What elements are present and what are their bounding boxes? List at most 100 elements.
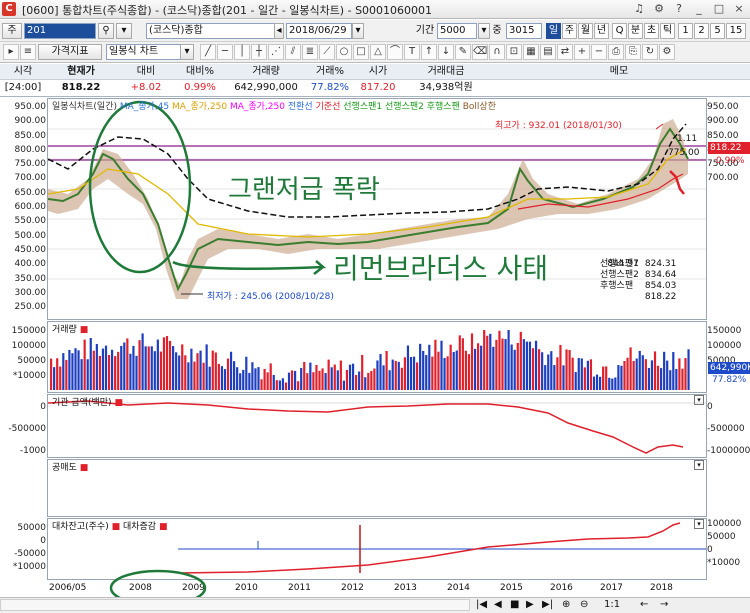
text-icon[interactable]: T [404,44,420,60]
volume-bar [388,370,391,390]
refresh-icon[interactable]: ↻ [642,44,658,60]
count-input[interactable]: 3015 [506,23,542,39]
gann-icon[interactable]: ⟋ [319,44,335,60]
scroll-right-icon[interactable]: → [660,599,668,610]
lock-icon[interactable]: ⊡ [506,44,522,60]
zoom-in-icon[interactable]: + [574,44,590,60]
arrow-icon[interactable]: ◂ [274,23,284,39]
period-second-button[interactable]: 초 [644,23,659,39]
last-icon[interactable]: ▶| [542,599,553,610]
period-1-button[interactable]: 1 [678,23,693,39]
stop-icon[interactable]: ■ [510,599,519,610]
settings-icon[interactable]: ⚙ [652,1,666,17]
first-icon[interactable]: |◀ [476,599,487,610]
channel-icon[interactable]: ⫽ [285,44,301,60]
arrow-up-icon[interactable]: ↑ [421,44,437,60]
period-5-button[interactable]: 5 [710,23,725,39]
fan-icon[interactable]: ⋰ [268,44,284,60]
zoom-in-icon[interactable]: ⊕ [562,599,570,610]
period-yearly-button[interactable]: 년 [594,23,609,39]
scale-label[interactable]: 1:1 [604,599,620,610]
price-chart-pane[interactable]: 일봉식차트(일간) MA_종가,45 MA_종가,250 MA_종가,250 전… [47,98,707,320]
price-legend: 일봉식차트(일간) MA_종가,45 MA_종가,250 MA_종가,250 전… [52,99,496,112]
volume-bar [205,344,208,390]
grid-icon[interactable]: ▦ [523,44,539,60]
price-index-button[interactable]: 가격지표 [38,44,102,60]
triangle-icon[interactable]: △ [370,44,386,60]
chevron-down-icon[interactable]: ▾ [180,44,194,60]
vline-icon[interactable]: │ [234,44,250,60]
cross-icon[interactable]: ┼ [251,44,267,60]
volume-bar [196,353,199,390]
period-weekly-button[interactable]: 주 [562,23,577,39]
chart-icon[interactable]: ▤ [540,44,556,60]
period-tick-button[interactable]: 틱 [660,23,675,39]
period-monthly-button[interactable]: 월 [578,23,593,39]
period-2-button[interactable]: 2 [694,23,709,39]
save-icon[interactable]: ⎘ [625,44,641,60]
institution-line [48,400,706,454]
circle-icon[interactable]: ○ [336,44,352,60]
loan-legend-b: 대차증감 [122,522,157,532]
volume-bar [303,361,306,390]
volume-bar [309,362,312,390]
code-input[interactable]: 201 [24,23,96,39]
maximize-button[interactable]: □ [712,1,726,17]
hline-icon[interactable]: ─ [217,44,233,60]
close-button[interactable]: × [732,1,746,17]
period-15-button[interactable]: 15 [726,23,746,39]
rect-icon[interactable]: □ [353,44,369,60]
options-icon[interactable]: ⚙ [659,44,675,60]
volume-bar [278,380,281,390]
period-minute-button[interactable]: 분 [628,23,643,39]
eraser-icon[interactable]: ⌫ [472,44,488,60]
dropdown-icon[interactable]: ▾ [478,23,490,39]
pane-menu-icon[interactable]: ▾ [694,395,704,405]
next-icon[interactable]: ▶ [526,599,534,610]
help-icon[interactable]: ? [672,1,686,17]
arc-icon[interactable]: ⌒ [387,44,403,60]
hdr-memo: 메모 [609,66,629,77]
prev-icon[interactable]: ◀ [494,599,502,610]
current-pct-tag: 0.99% [716,156,745,166]
date-input[interactable]: 2018/06/29 [286,23,352,39]
list-icon[interactable]: ≡ [20,44,36,60]
compare-icon[interactable]: ⇄ [557,44,573,60]
scroll-left-icon[interactable]: ← [640,599,648,610]
short-selling-pane[interactable]: 공매도 ■ ▾ [47,459,707,517]
search-icon[interactable]: ⚲ [98,23,114,39]
pane-menu-icon[interactable]: ▾ [694,519,704,529]
toggle-icon[interactable]: ▸ [3,44,19,60]
volume-bar [492,346,495,390]
volume-bar [144,346,147,390]
trendline-icon[interactable]: ╱ [200,44,216,60]
pencil-icon[interactable]: ✎ [455,44,471,60]
print-icon[interactable]: ⎙ [608,44,624,60]
fibo-icon[interactable]: ≣ [302,44,318,60]
period-quarter-button[interactable]: Q [612,23,627,39]
stat-value: 854.03 [644,281,677,291]
zoom-out-icon[interactable]: − [591,44,607,60]
minimize-button[interactable]: _ [692,1,706,17]
arrow-down-icon[interactable]: ↓ [438,44,454,60]
handwritten-annotation-top: 그랜저급 폭락 [228,175,380,205]
x-tick: 2011 [288,583,311,593]
calendar-icon[interactable]: ▾ [352,23,364,39]
pane-menu-icon[interactable]: ▾ [694,460,704,470]
institution-pane[interactable]: 기관 금액(백만) ■ ▾ [47,394,707,458]
volume-bar [92,350,95,390]
music-icon[interactable]: ♫ [632,1,646,17]
volume-bar [226,358,230,390]
chevron-down-icon[interactable]: ▾ [116,23,132,39]
scroll-track[interactable] [0,599,470,611]
x-tick: 2017 [600,583,623,593]
volume-bar [400,367,403,390]
zoom-out-icon[interactable]: ⊖ [580,599,588,610]
market-type-select[interactable]: 주 [2,23,22,39]
magnet-icon[interactable]: ∩ [489,44,505,60]
volume-bar [321,368,324,390]
market-name-field[interactable]: (코스닥)종합 [146,23,282,39]
period-input[interactable]: 5000 [437,23,477,39]
period-daily-button[interactable]: 일 [546,23,561,39]
volume-pane[interactable]: 거래량 ■ [47,321,707,393]
